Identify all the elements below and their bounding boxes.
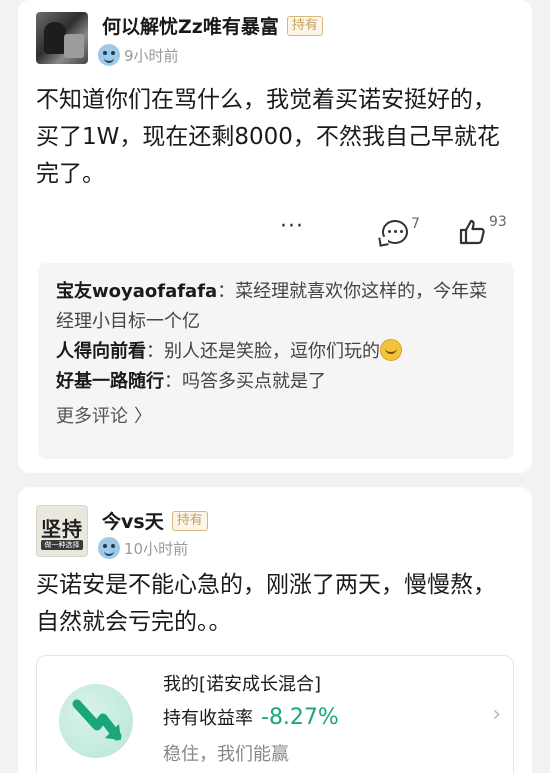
avatar-subtext: 做一种选择: [41, 540, 83, 550]
timestamp-row: 10小时前: [98, 537, 188, 559]
like-button[interactable]: 93: [458, 214, 507, 246]
author-name[interactable]: 今vs天: [102, 507, 164, 534]
comment-item[interactable]: 宝友woyaofafafa：菜经理就喜欢你这样的，今年菜经理小目标一个亿: [56, 277, 496, 337]
comment-text: 别人还是笑脸，逗你们玩的: [164, 341, 380, 362]
comment-button[interactable]: 7: [382, 216, 420, 244]
avatar-text: 坚持: [41, 517, 83, 541]
return-rate-row: 持有收益率 -8.27%: [163, 704, 339, 730]
smiley-face-icon: [98, 537, 120, 559]
avatar-figure: [44, 22, 66, 54]
more-options-button[interactable]: ···: [280, 216, 304, 238]
post-actions: ··· 7 93: [18, 212, 532, 252]
comment-separator: ：: [164, 371, 182, 392]
return-rate-value: -8.27%: [261, 705, 339, 730]
comment-bubble-icon: [382, 220, 408, 244]
author-name[interactable]: 何以解忧Zz唯有暴富: [102, 12, 279, 39]
laughing-tears-emoji-icon: [380, 339, 402, 361]
post-card: 坚持 做一种选择 今vs天 持有 10小时前 买诺安是不能心急的，刚涨了两天，慢…: [18, 487, 532, 773]
comment-separator: ：: [217, 281, 236, 302]
timestamp: 9小时前: [124, 46, 179, 65]
thumbs-up-icon: [459, 219, 485, 245]
like-count: 93: [489, 214, 507, 230]
fund-tagline: 稳住，我们能赢: [163, 744, 289, 765]
comment-separator: ：: [146, 341, 164, 362]
avatar[interactable]: [36, 12, 88, 64]
down-arrow-icon: [72, 699, 122, 741]
comment-count: 7: [411, 216, 420, 232]
comment-author[interactable]: 人得向前看: [56, 341, 146, 362]
post-content[interactable]: 买诺安是不能心急的，刚涨了两天，慢慢熬，自然就会亏完的。。: [36, 567, 510, 641]
avatar-figure-secondary: [64, 34, 84, 58]
chevron-right-icon: 〉: [134, 406, 152, 427]
holding-badge: 持有: [171, 510, 208, 531]
timestamp: 10小时前: [124, 539, 189, 558]
author-row: 何以解忧Zz唯有暴富 持有: [102, 12, 323, 39]
comment-item[interactable]: 好基一路随行：吗答多买点就是了: [56, 367, 496, 397]
smiley-face-icon: [98, 44, 120, 66]
comment-text: 吗答多买点就是了: [182, 371, 326, 392]
comment-author[interactable]: 宝友woyaofafafa: [56, 281, 217, 302]
more-comments-label: 更多评论: [56, 406, 128, 427]
more-comments-link[interactable]: 更多评论〉: [56, 403, 496, 431]
chevron-right-icon: ›: [492, 702, 501, 727]
avatar[interactable]: 坚持 做一种选择: [36, 505, 88, 557]
return-rate-label: 持有收益率: [163, 708, 253, 729]
comment-author[interactable]: 好基一路随行: [56, 371, 164, 392]
post-content[interactable]: 不知道你们在骂什么，我觉着买诺安挺好的，买了1W，现在还剩8000，不然我自己早…: [36, 82, 510, 193]
comment-item[interactable]: 人得向前看：别人还是笑脸，逗你们玩的: [56, 337, 496, 367]
fund-logo: [59, 684, 133, 758]
author-row: 今vs天 持有: [102, 507, 208, 534]
holding-badge: 持有: [286, 15, 323, 36]
post-card: 何以解忧Zz唯有暴富 持有 9小时前 不知道你们在骂什么，我觉着买诺安挺好的，买…: [18, 0, 532, 473]
fund-holding-card[interactable]: 我的[诺安成长混合] 持有收益率 -8.27% 稳住，我们能赢 ›: [36, 655, 514, 773]
fund-title: 我的[诺安成长混合]: [163, 674, 322, 695]
timestamp-row: 9小时前: [98, 44, 179, 66]
comments-section: 宝友woyaofafafa：菜经理就喜欢你这样的，今年菜经理小目标一个亿 人得向…: [38, 263, 514, 459]
